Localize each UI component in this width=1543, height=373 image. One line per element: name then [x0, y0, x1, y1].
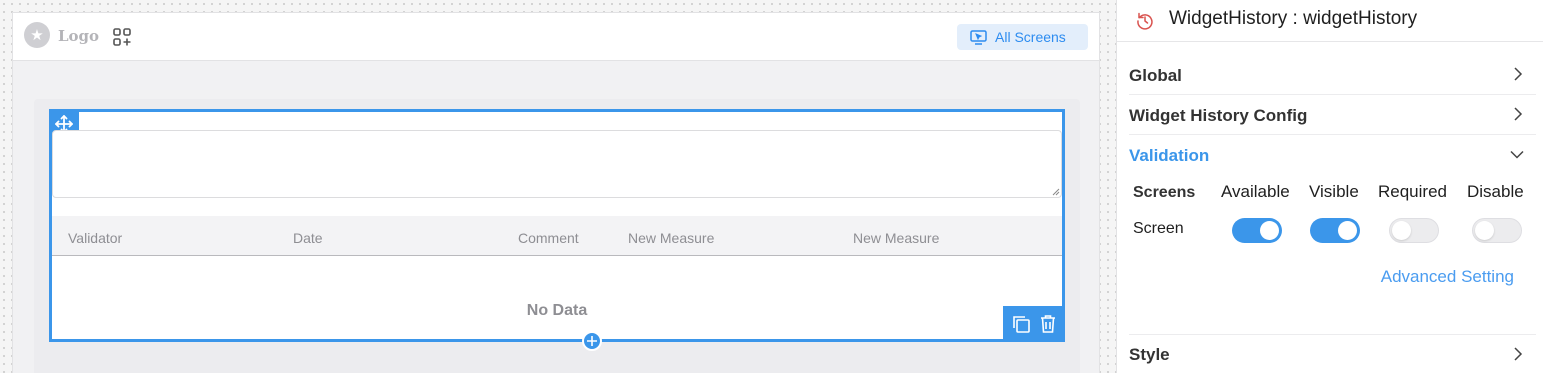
column-header-date: Date: [293, 230, 323, 246]
section-config-label: Widget History Config: [1129, 106, 1308, 125]
star-icon: ★: [24, 22, 50, 48]
panel-title: WidgetHistory : widgetHistory: [1169, 8, 1418, 29]
column-header-new-measure-2: New Measure: [853, 230, 940, 246]
column-header-validator: Validator: [68, 230, 123, 246]
toggle-available[interactable]: [1232, 218, 1282, 243]
validation-row-screen: Screen: [1133, 220, 1184, 237]
validation-col-visible: Visible: [1309, 182, 1359, 201]
widget-history-selected[interactable]: Validator Date Comment New Measure New M…: [49, 109, 1065, 351]
apps-add-icon[interactable]: [112, 27, 132, 47]
history-icon: [1137, 12, 1153, 30]
comment-textarea[interactable]: [52, 130, 1062, 198]
validation-col-available: Available: [1221, 182, 1290, 201]
trash-icon[interactable]: [1039, 314, 1057, 334]
all-screens-button[interactable]: All Screens: [957, 24, 1088, 50]
section-global[interactable]: Global: [1129, 55, 1536, 95]
chevron-right-icon: [1514, 67, 1523, 81]
validation-col-disable: Disable: [1467, 182, 1524, 201]
resize-grip-icon[interactable]: [1052, 188, 1060, 196]
canvas-device-frame: ★ Logo All Screens Validator Date Commen…: [12, 12, 1100, 373]
section-style[interactable]: Style: [1129, 334, 1536, 373]
column-header-comment: Comment: [518, 230, 579, 246]
logo-text: Logo: [58, 27, 100, 45]
panel-header: WidgetHistory : widgetHistory: [1117, 0, 1543, 42]
section-style-label: Style: [1129, 345, 1170, 364]
all-screens-label: All Screens: [995, 29, 1066, 45]
history-table-header: Validator Date Comment New Measure New M…: [52, 216, 1062, 256]
toggle-disable[interactable]: [1472, 218, 1522, 243]
monitor-cursor-icon: [970, 29, 987, 45]
properties-panel: WidgetHistory : widgetHistory Global Wid…: [1116, 0, 1543, 373]
app-topbar: ★ Logo All Screens: [13, 13, 1099, 61]
copy-icon[interactable]: [1011, 314, 1031, 334]
section-global-label: Global: [1129, 66, 1182, 85]
empty-state-text: No Data: [526, 302, 588, 319]
chevron-right-icon: [1514, 107, 1523, 121]
validation-col-required: Required: [1378, 182, 1447, 201]
column-header-new-measure-1: New Measure: [628, 230, 715, 246]
section-widget-history-config[interactable]: Widget History Config: [1129, 95, 1536, 135]
advanced-setting-link[interactable]: Advanced Setting: [1381, 267, 1514, 287]
validation-col-screens: Screens: [1133, 184, 1196, 201]
plus-icon[interactable]: [582, 331, 602, 351]
section-validation-label: Validation: [1129, 146, 1210, 165]
chevron-right-icon: [1514, 347, 1523, 361]
widget-actions: [1003, 306, 1065, 342]
toggle-visible[interactable]: [1310, 218, 1360, 243]
toggle-required[interactable]: [1389, 218, 1439, 243]
chevron-down-icon: [1510, 150, 1524, 159]
section-validation[interactable]: Validation: [1129, 135, 1536, 175]
